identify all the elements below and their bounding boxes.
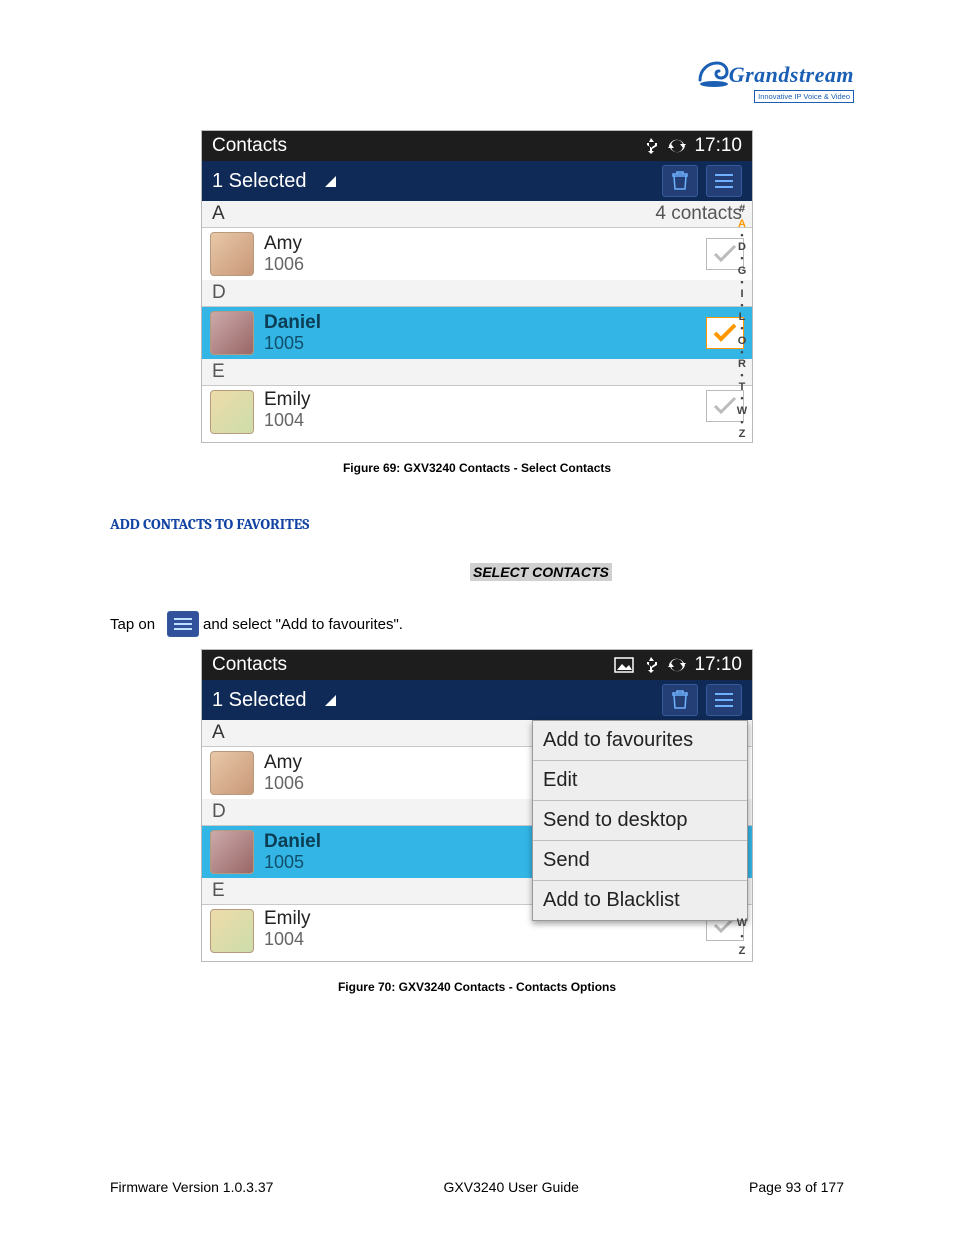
status-title: Contacts <box>212 135 287 157</box>
para-pre: Tap on <box>110 614 155 635</box>
avatar <box>210 830 254 874</box>
instruction-paragraph: Tap on and select "Add to favourites". <box>110 611 844 637</box>
avatar <box>210 232 254 276</box>
footer-center: GXV3240 User Guide <box>444 1179 579 1195</box>
logo-swirl-icon <box>695 60 729 88</box>
menu-button[interactable] <box>706 684 742 716</box>
brand-logo: Grandstream Innovative IP Voice & Video <box>695 60 854 104</box>
menu-item-blacklist[interactable]: Add to Blacklist <box>533 881 747 920</box>
contact-row[interactable]: Daniel 1005 <box>202 307 752 359</box>
sub-heading: SELECT CONTACTS <box>470 563 612 581</box>
status-title: Contacts <box>212 654 287 676</box>
delete-button[interactable] <box>662 684 698 716</box>
contacts-list: A Amy 1006 D Daniel 1005 E <box>202 720 752 961</box>
brand-caption: Innovative IP Voice & Video <box>754 90 854 103</box>
contacts-list: A 4 contacts Amy 1006 D Daniel 1005 <box>202 201 752 442</box>
sync-icon <box>668 138 686 154</box>
contact-name: Daniel <box>264 313 706 334</box>
menu-item-send[interactable]: Send <box>533 841 747 881</box>
avatar <box>210 311 254 355</box>
contact-number: 1005 <box>264 334 706 354</box>
status-time: 17:10 <box>694 135 742 157</box>
sync-icon <box>668 657 686 673</box>
contact-row[interactable]: Amy 1006 <box>202 228 752 280</box>
contact-name: Emily <box>264 390 706 411</box>
status-time: 17:10 <box>694 654 742 676</box>
options-menu: Add to favourites Edit Send to desktop S… <box>532 720 748 921</box>
menu-item-add-favourites[interactable]: Add to favourites <box>533 721 747 761</box>
section-heading: ADD CONTACTS TO FAVORITES <box>110 515 844 533</box>
selection-bar: 1 Selected <box>202 161 752 201</box>
screenshot-contacts-options: Contacts 17:10 1 Selected A <box>201 649 753 962</box>
picture-icon <box>614 657 634 673</box>
usb-icon <box>644 138 658 154</box>
status-bar: Contacts 17:10 <box>202 131 752 161</box>
figure-caption: Figure 69: GXV3240 Contacts - Select Con… <box>110 461 844 475</box>
footer-right: Page 93 of 177 <box>749 1179 844 1195</box>
selection-bar: 1 Selected <box>202 680 752 720</box>
section-header: A <box>212 203 225 225</box>
menu-item-send-desktop[interactable]: Send to desktop <box>533 801 747 841</box>
section-header: A <box>212 722 225 744</box>
status-bar: Contacts 17:10 <box>202 650 752 680</box>
avatar <box>210 751 254 795</box>
menu-icon-inline <box>167 611 199 637</box>
contacts-count: 4 contacts <box>655 203 742 225</box>
para-post: and select "Add to favourites". <box>203 614 403 635</box>
alpha-index[interactable]: W• Z <box>734 915 750 959</box>
figure-caption: Figure 70: GXV3240 Contacts - Contacts O… <box>110 980 844 994</box>
section-header: E <box>202 359 752 386</box>
menu-item-edit[interactable]: Edit <box>533 761 747 801</box>
brand-name: Grandstream <box>729 62 854 88</box>
section-header: D <box>202 280 752 307</box>
alpha-index[interactable]: # A• D• G• I• L• O• R• T• W• Z <box>734 201 750 442</box>
contact-number: 1004 <box>264 930 706 950</box>
delete-button[interactable] <box>662 165 698 197</box>
contact-row[interactable]: Emily 1004 <box>202 386 752 442</box>
selection-count: 1 Selected <box>212 170 307 193</box>
selection-count: 1 Selected <box>212 689 307 712</box>
footer-left: Firmware Version 1.0.3.37 <box>110 1179 273 1195</box>
menu-button[interactable] <box>706 165 742 197</box>
contact-number: 1006 <box>264 255 706 275</box>
avatar <box>210 909 254 953</box>
dropdown-triangle-icon[interactable] <box>325 695 336 706</box>
dropdown-triangle-icon[interactable] <box>325 176 336 187</box>
contact-number: 1004 <box>264 411 706 431</box>
contact-name: Amy <box>264 234 706 255</box>
page-footer: Firmware Version 1.0.3.37 GXV3240 User G… <box>110 1179 844 1195</box>
usb-icon <box>644 657 658 673</box>
avatar <box>210 390 254 434</box>
screenshot-select-contacts: Contacts 17:10 1 Selected A 4 contacts <box>201 130 753 443</box>
